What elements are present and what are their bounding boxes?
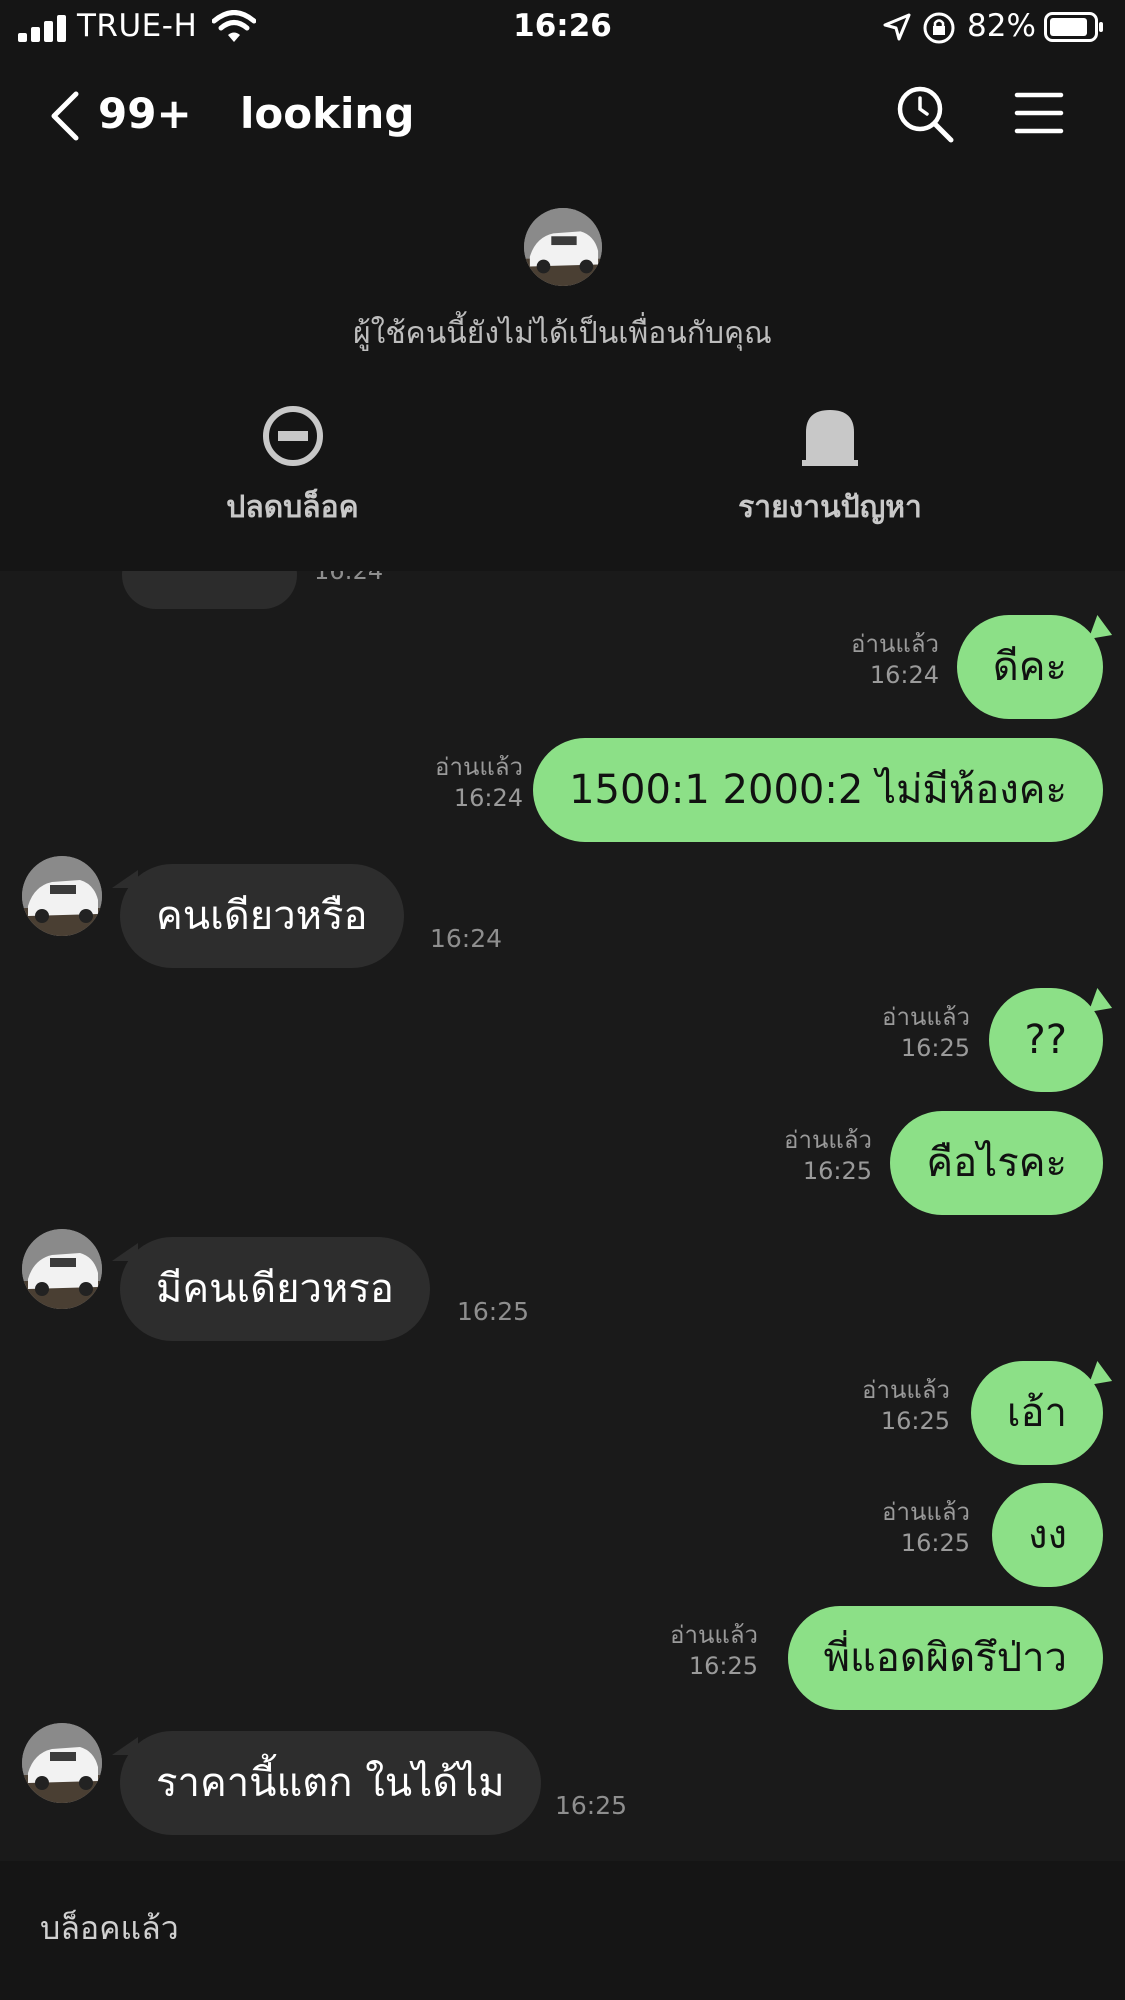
blocked-status-bar: บล็อคแล้ว [0, 1861, 1125, 2000]
battery-percent: 82% [967, 8, 1036, 44]
chat-title: looking [240, 89, 415, 138]
blocked-label: บล็อคแล้ว [40, 1909, 179, 1947]
message-meta: อ่านแล้ว 16:25 [784, 1125, 872, 1187]
status-bar: TRUE-H 16:26 82% [0, 0, 1125, 56]
menu-icon[interactable] [1013, 89, 1065, 137]
message-time: 16:25 [555, 1791, 628, 1820]
sender-avatar[interactable] [22, 856, 102, 936]
message-time: 16:25 [688, 1652, 758, 1680]
message-time: 16:25 [802, 1157, 872, 1185]
outgoing-message-bubble[interactable]: คือไรคะ [890, 1111, 1103, 1215]
unblock-label: ปลดบล็อค [226, 490, 359, 525]
outgoing-message-bubble[interactable]: ?? [988, 988, 1103, 1092]
read-receipt: อ่านแล้ว [784, 1126, 872, 1154]
unblock-icon [262, 406, 323, 466]
read-receipt: อ่านแล้ว [851, 630, 939, 658]
location-icon [883, 13, 911, 41]
message-time: 16:24 [453, 784, 523, 812]
chat-message-list[interactable]: 16:24 ดีคะ อ่านแล้ว 16:24 1500:1 2000:2 … [0, 571, 1125, 1861]
report-label: รายงานปัญหา [738, 490, 922, 525]
message-time: 16:24 [869, 661, 939, 689]
message-time: 16:25 [900, 1529, 970, 1557]
incoming-message-bubble[interactable]: ราคานี้แตก ในได้ไม [112, 1731, 541, 1835]
search-icon[interactable] [895, 84, 955, 144]
message-meta: อ่านแล้ว 16:24 [851, 629, 939, 691]
status-time: 16:26 [513, 8, 612, 44]
profile-avatar[interactable] [524, 208, 602, 286]
message-meta: อ่านแล้ว 16:25 [670, 1620, 758, 1682]
sender-avatar[interactable] [22, 1229, 102, 1309]
read-receipt: อ่านแล้ว [882, 1498, 970, 1526]
message-meta: อ่านแล้ว 16:25 [882, 1497, 970, 1559]
message-time: 16:25 [900, 1034, 970, 1062]
message-time: 16:24 [314, 571, 384, 585]
message-meta: อ่านแล้ว 16:25 [882, 1002, 970, 1064]
non-friend-notice: ผู้ใช้คนนี้ยังไม่ได้เป็นเพื่อนกับคุณ [353, 316, 772, 351]
unread-count[interactable]: 99+ [98, 89, 192, 138]
incoming-message-bubble[interactable]: มีคนเดียวหรอ [112, 1237, 430, 1341]
outgoing-message-bubble[interactable]: เอ้า [970, 1361, 1103, 1465]
battery-icon [1044, 12, 1103, 42]
message-time: 16:24 [430, 924, 503, 953]
unblock-button[interactable]: ปลดบล็อค [180, 404, 405, 534]
outgoing-message-bubble[interactable]: งง [991, 1483, 1103, 1587]
read-receipt: อ่านแล้ว [670, 1621, 758, 1649]
message-time: 16:25 [880, 1407, 950, 1435]
chat-header: 99+ looking [0, 56, 1125, 174]
message-meta: อ่านแล้ว 16:24 [435, 752, 523, 814]
back-icon[interactable] [46, 88, 86, 144]
lock-rotation-icon [923, 12, 955, 44]
read-receipt: อ่านแล้ว [882, 1003, 970, 1031]
message-time: 16:25 [457, 1297, 530, 1326]
report-icon [802, 410, 858, 466]
read-receipt: อ่านแล้ว [435, 753, 523, 781]
non-friend-panel: ผู้ใช้คนนี้ยังไม่ได้เป็นเพื่อนกับคุณ ปลด… [0, 174, 1125, 571]
sender-avatar[interactable] [22, 1723, 102, 1803]
read-receipt: อ่านแล้ว [862, 1376, 950, 1404]
message-meta: อ่านแล้ว 16:25 [862, 1375, 950, 1437]
incoming-message-bubble[interactable]: คนเดียวหรือ [112, 864, 404, 968]
outgoing-message-bubble[interactable]: 1500:1 2000:2 ไม่มีห้องคะ [533, 738, 1103, 842]
message-bubble-partial[interactable] [122, 571, 297, 609]
report-button[interactable]: รายงานปัญหา [700, 404, 960, 534]
outgoing-message-bubble[interactable]: ดีคะ [956, 615, 1103, 719]
outgoing-message-bubble[interactable]: พี่แอดผิดรึป่าว [787, 1606, 1103, 1710]
